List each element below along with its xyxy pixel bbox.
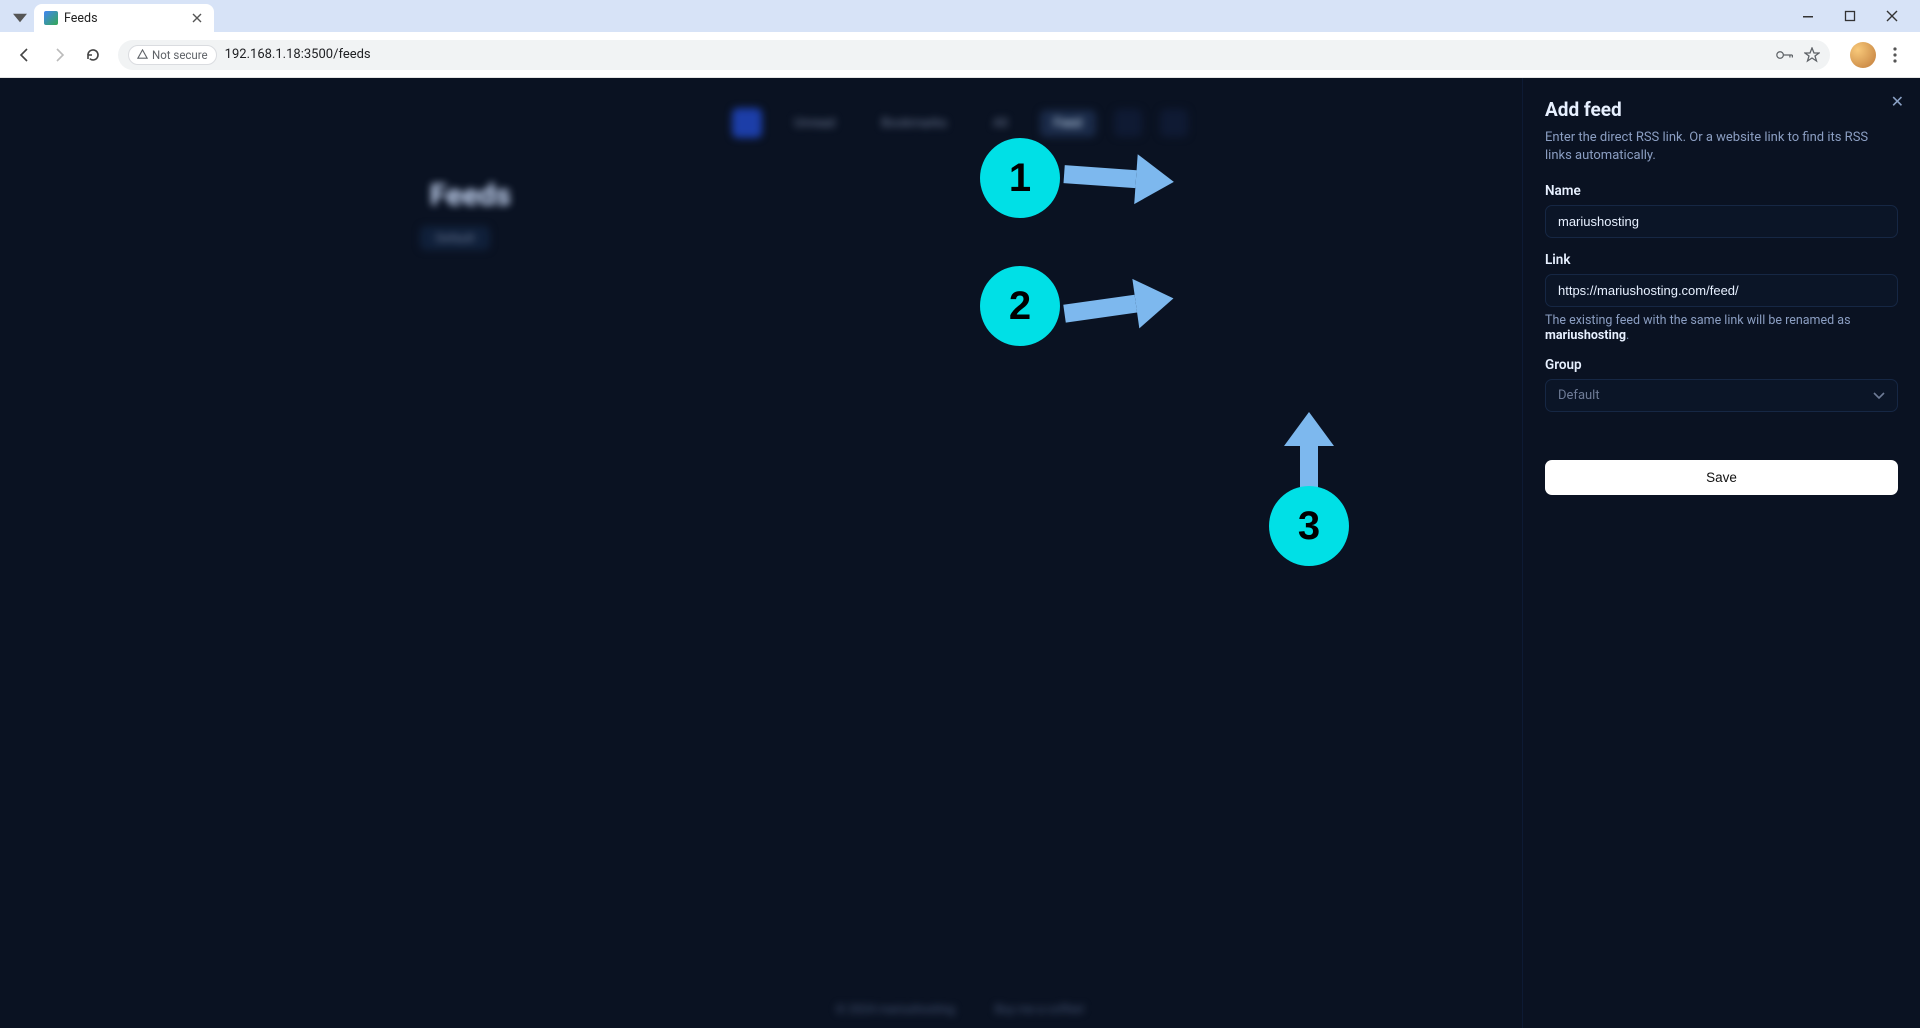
app-viewport: Unread Bookmarks All Feed Feeds Default … <box>0 78 1920 1028</box>
app-footer: © 2024 mariushosting Buy me a coffee! <box>836 1002 1084 1016</box>
tab-row: Feeds <box>6 0 214 32</box>
window-maximize-icon[interactable] <box>1836 2 1864 30</box>
save-button[interactable]: Save <box>1545 460 1898 495</box>
warning-icon <box>137 49 148 60</box>
nav-back-icon[interactable] <box>10 40 40 70</box>
rename-hint-bold: mariushosting <box>1545 328 1626 343</box>
group-label: Group <box>1545 357 1898 373</box>
nav-reload-icon[interactable] <box>78 40 108 70</box>
not-secure-chip[interactable]: Not secure <box>128 45 217 65</box>
group-select[interactable]: Default <box>1545 379 1898 412</box>
footer-right[interactable]: Buy me a coffee! <box>995 1002 1084 1016</box>
browser-tab-bar: Feeds <box>0 0 1920 32</box>
window-controls <box>1794 2 1914 30</box>
panel-description: Enter the direct RSS link. Or a website … <box>1545 129 1898 165</box>
tab-title: Feeds <box>64 11 98 26</box>
group-value: Default <box>1558 388 1600 403</box>
nav-all[interactable]: All <box>979 110 1022 137</box>
rename-hint: The existing feed with the same link wil… <box>1545 313 1898 343</box>
bookmark-star-icon[interactable] <box>1804 47 1820 63</box>
nav-feed[interactable]: Feed <box>1040 110 1096 137</box>
app-logo <box>732 108 762 138</box>
name-input[interactable] <box>1545 205 1898 238</box>
app-nav: Unread Bookmarks All Feed <box>732 108 1188 138</box>
nav-forward-icon[interactable] <box>44 40 74 70</box>
page-title: Feeds <box>430 178 511 213</box>
page-chip[interactable]: Default <box>420 226 490 250</box>
url-field[interactable]: Not secure 192.168.1.18:3500/feeds <box>118 40 1830 70</box>
panel-title: Add feed <box>1545 98 1898 121</box>
nav-search-icon[interactable] <box>1114 109 1142 137</box>
browser-address-bar: Not secure 192.168.1.18:3500/feeds <box>0 32 1920 78</box>
tabs-dropdown[interactable] <box>6 4 34 32</box>
panel-close-icon[interactable]: ✕ <box>1891 92 1904 111</box>
name-label: Name <box>1545 183 1898 199</box>
link-input[interactable] <box>1545 274 1898 307</box>
tab-close-icon[interactable] <box>190 11 204 25</box>
add-feed-panel: ✕ Add feed Enter the direct RSS link. Or… <box>1522 78 1920 1028</box>
rename-hint-prefix: The existing feed with the same link wil… <box>1545 313 1851 328</box>
browser-menu-icon[interactable] <box>1880 40 1910 70</box>
not-secure-label: Not secure <box>152 48 208 62</box>
nav-unread[interactable]: Unread <box>780 110 849 137</box>
tab-favicon <box>44 11 58 25</box>
window-close-icon[interactable] <box>1878 2 1906 30</box>
nav-bookmarks[interactable]: Bookmarks <box>867 110 961 137</box>
password-key-icon[interactable] <box>1776 48 1794 62</box>
url-text: 192.168.1.18:3500/feeds <box>225 47 371 62</box>
profile-avatar[interactable] <box>1850 42 1876 68</box>
link-label: Link <box>1545 252 1898 268</box>
footer-left: © 2024 mariushosting <box>836 1002 955 1016</box>
browser-tab[interactable]: Feeds <box>34 4 214 32</box>
window-minimize-icon[interactable] <box>1794 2 1822 30</box>
chevron-down-icon <box>1873 392 1885 400</box>
url-right-icons <box>1776 47 1820 63</box>
nav-settings-icon[interactable] <box>1160 109 1188 137</box>
